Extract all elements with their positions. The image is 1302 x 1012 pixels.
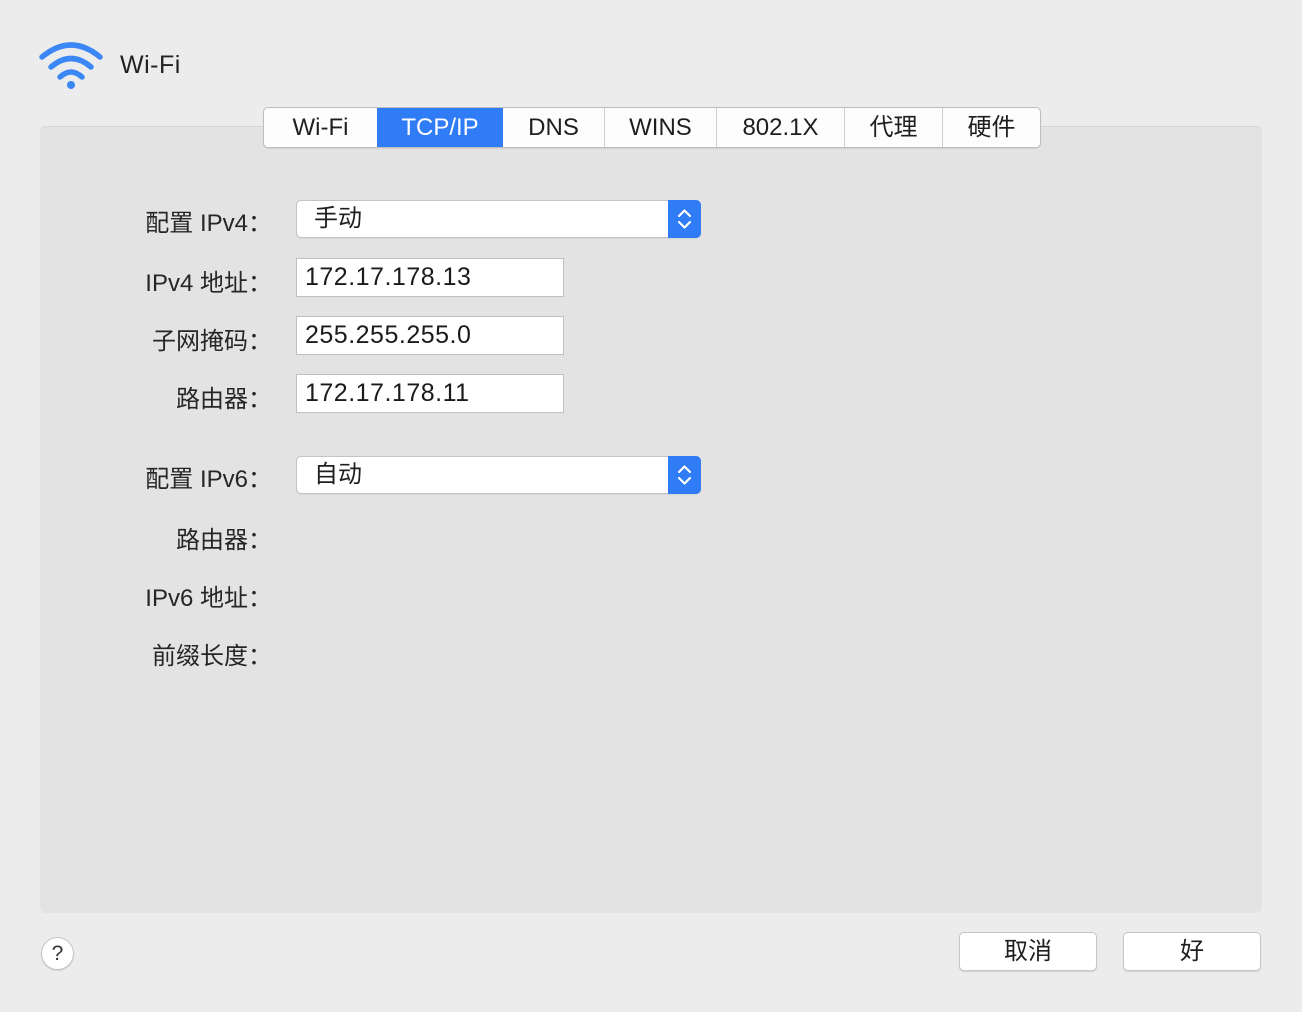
configure-ipv6-label: 配置 IPv6： bbox=[145, 466, 272, 493]
ipv6-address-label: IPv6 地址： bbox=[145, 585, 272, 612]
ipv4-router-field[interactable] bbox=[296, 374, 564, 413]
tab-8021x[interactable]: 802.1X bbox=[716, 108, 844, 147]
ipv4-router-label: 路由器： bbox=[176, 386, 272, 413]
tab-wifi[interactable]: Wi-Fi bbox=[264, 108, 377, 147]
help-button[interactable]: ? bbox=[41, 937, 74, 970]
tab-tcpip[interactable]: TCP/IP bbox=[377, 108, 502, 147]
configure-ipv6-select[interactable]: 自动 bbox=[296, 456, 701, 494]
wifi-icon bbox=[39, 42, 103, 89]
select-stepper-icon bbox=[668, 456, 701, 494]
ipv4-address-label: IPv4 地址： bbox=[145, 270, 272, 297]
configure-ipv4-value: 手动 bbox=[314, 205, 362, 232]
configure-ipv4-label: 配置 IPv4： bbox=[145, 210, 272, 237]
configure-ipv4-select[interactable]: 手动 bbox=[296, 200, 701, 238]
ipv6-router-label: 路由器： bbox=[176, 527, 272, 554]
tab-dns[interactable]: DNS bbox=[502, 108, 604, 147]
select-stepper-icon bbox=[668, 200, 701, 238]
tab-wins[interactable]: WINS bbox=[604, 108, 716, 147]
window-header: Wi-Fi bbox=[38, 38, 181, 92]
ipv4-address-field[interactable] bbox=[296, 258, 564, 297]
configure-ipv6-value: 自动 bbox=[314, 461, 362, 488]
subnet-mask-label: 子网掩码： bbox=[152, 328, 272, 355]
tab-bar: Wi-Fi TCP/IP DNS WINS 802.1X 代理 硬件 bbox=[263, 107, 1041, 148]
ok-button[interactable]: 好 bbox=[1123, 932, 1261, 971]
tab-hardware[interactable]: 硬件 bbox=[942, 108, 1040, 147]
window-title: Wi-Fi bbox=[120, 50, 181, 79]
tab-proxy[interactable]: 代理 bbox=[844, 108, 942, 147]
cancel-button[interactable]: 取消 bbox=[959, 932, 1097, 971]
prefix-length-label: 前缀长度： bbox=[152, 643, 272, 670]
subnet-mask-field[interactable] bbox=[296, 316, 564, 355]
